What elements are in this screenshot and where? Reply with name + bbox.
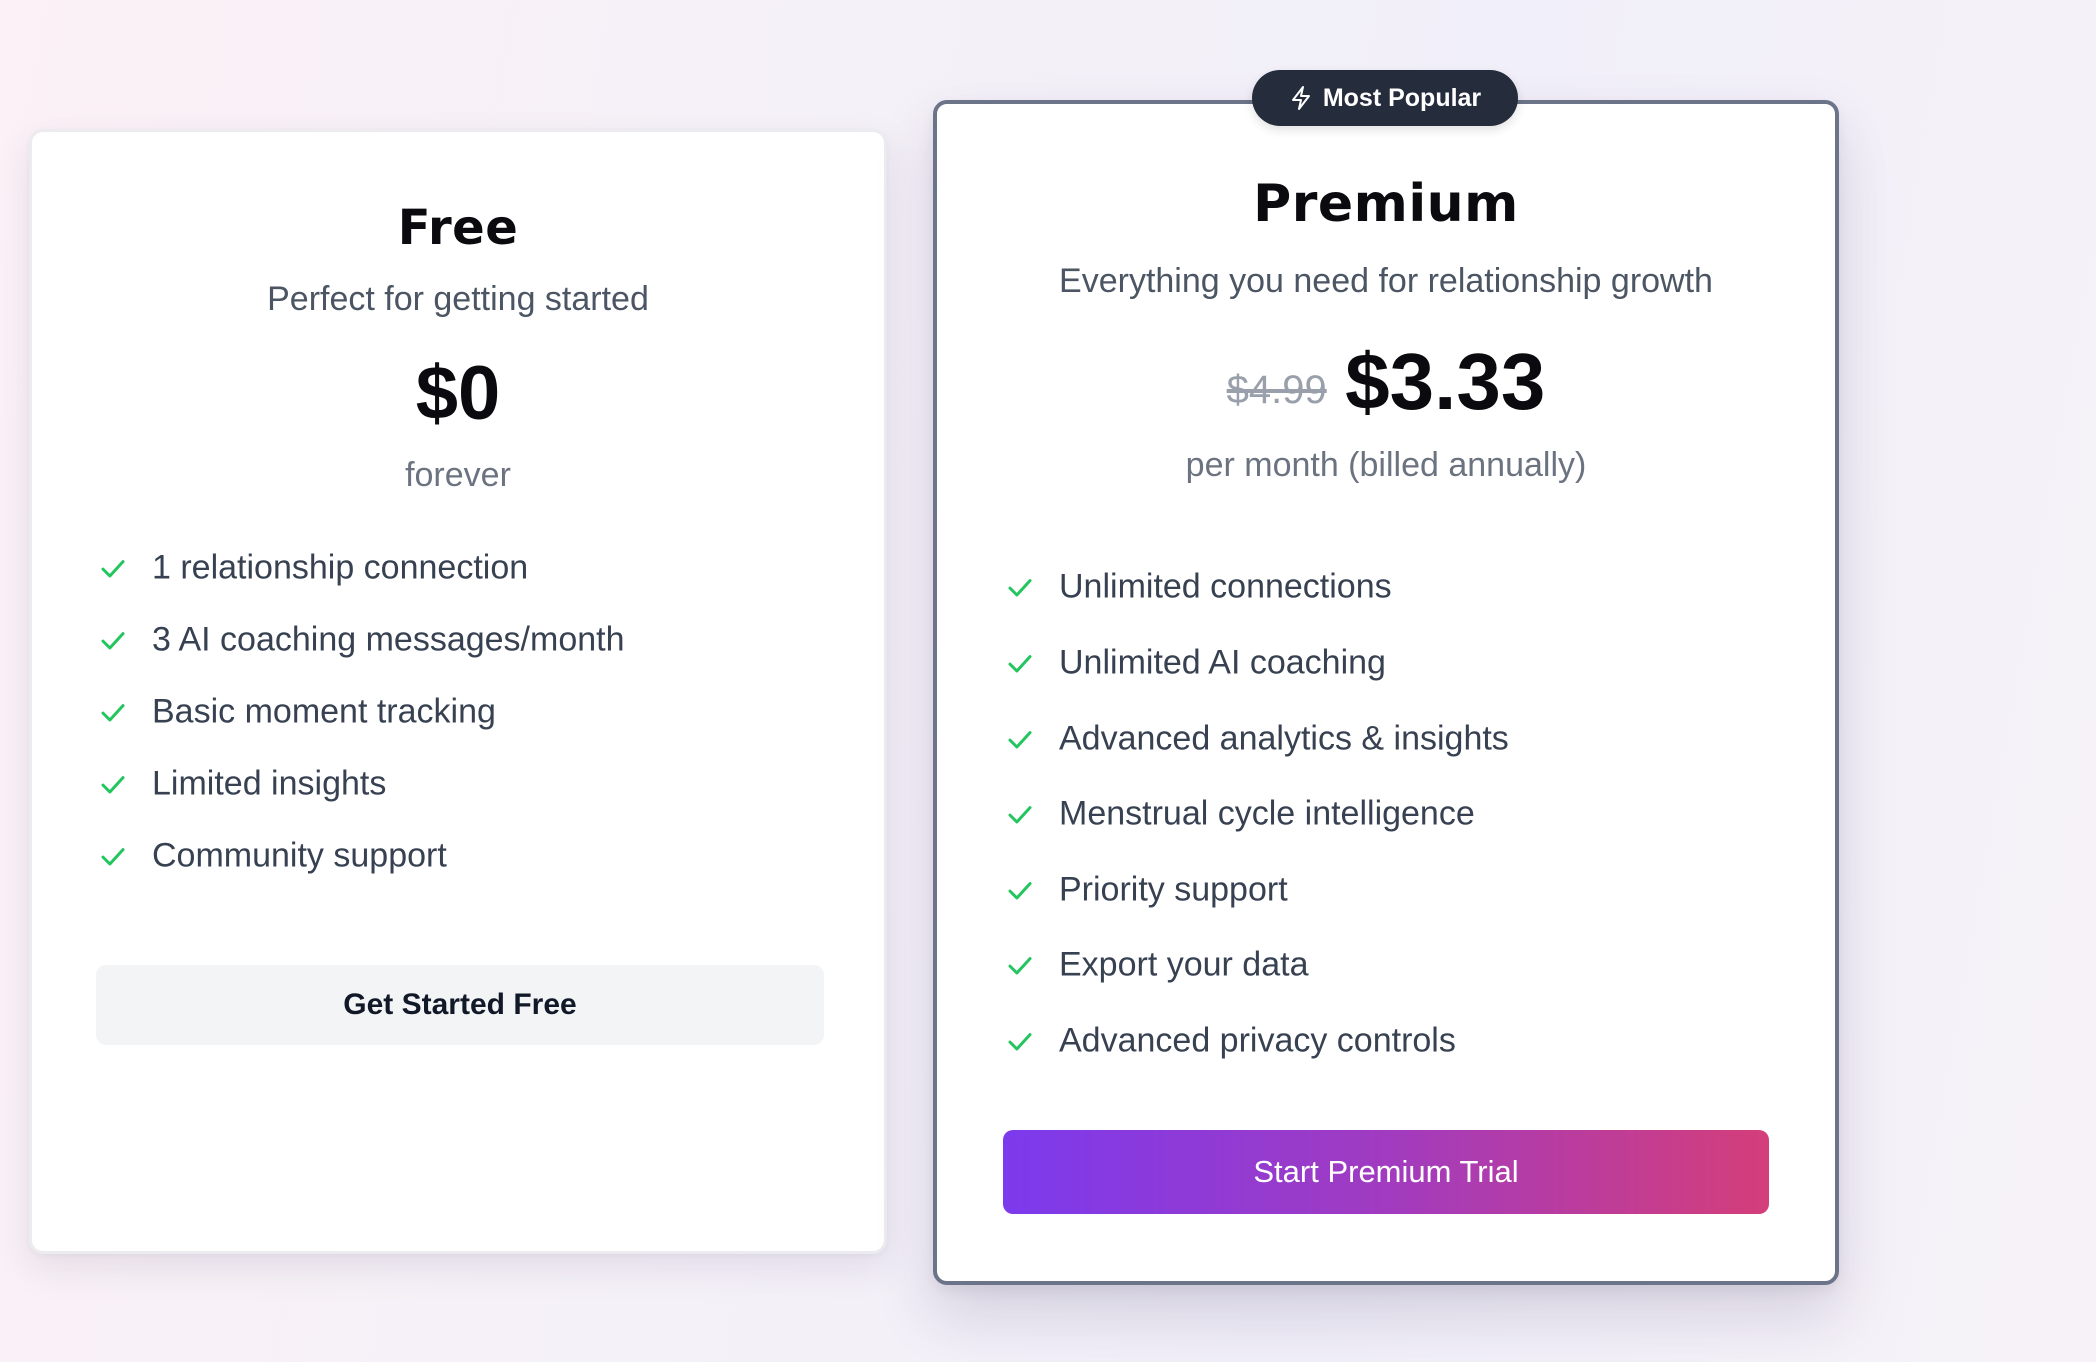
price-period: per month (billed annually) [1185, 446, 1587, 484]
price-period: forever [405, 456, 511, 494]
free-plan-card: Free Perfect for getting started $0 fore… [29, 129, 887, 1254]
feature-label: Advanced privacy controls [1059, 1021, 1456, 1060]
check-icon [1008, 881, 1032, 899]
lightning-bolt-icon [1291, 86, 1310, 110]
get-started-free-button[interactable]: Get Started Free [96, 965, 824, 1045]
feature-item: Unlimited AI coaching [1005, 644, 1386, 683]
check-icon [1008, 730, 1032, 748]
feature-label: 1 relationship connection [152, 548, 529, 587]
feature-label: Basic moment tracking [152, 692, 496, 731]
feature-label: Menstrual cycle intelligence [1059, 794, 1475, 833]
check-icon [1008, 805, 1032, 823]
badge-label: Most Popular [1322, 83, 1482, 112]
feature-item: Priority support [1005, 871, 1288, 910]
check-icon [101, 559, 125, 577]
feature-label: Export your data [1059, 945, 1309, 984]
check-icon [101, 775, 125, 793]
check-icon [1008, 1032, 1032, 1050]
feature-item: 3 AI coaching messages/month [98, 621, 625, 660]
price-row: $0 [32, 350, 884, 437]
most-popular-badge: Most Popular [1252, 70, 1518, 126]
plan-name: Premium [1253, 174, 1519, 234]
price: $3.33 [1345, 337, 1546, 426]
feature-label: Advanced analytics & insights [1059, 719, 1509, 758]
check-icon [1008, 956, 1032, 974]
feature-label: Unlimited connections [1059, 567, 1392, 606]
feature-label: 3 AI coaching messages/month [152, 620, 625, 659]
feature-item: Basic moment tracking [98, 693, 496, 732]
feature-label: Unlimited AI coaching [1059, 643, 1386, 682]
feature-item: Unlimited connections [1005, 568, 1392, 607]
price: $0 [415, 351, 501, 436]
plan-description: Perfect for getting started [267, 280, 649, 318]
feature-label: Limited insights [152, 764, 387, 803]
plan-description: Everything you need for relationship gro… [1059, 262, 1713, 300]
check-icon [101, 847, 125, 865]
feature-label: Community support [152, 836, 447, 875]
feature-item: 1 relationship connection [98, 549, 528, 588]
feature-item: Menstrual cycle intelligence [1005, 795, 1475, 834]
feature-item: Export your data [1005, 946, 1308, 985]
feature-item: Advanced privacy controls [1005, 1022, 1456, 1061]
check-icon [1008, 578, 1032, 596]
feature-item: Community support [98, 837, 447, 876]
feature-item: Advanced analytics & insights [1005, 720, 1509, 759]
feature-item: Limited insights [98, 765, 386, 804]
check-icon [101, 631, 125, 649]
premium-plan-card: Premium Everything you need for relation… [933, 100, 1839, 1285]
feature-label: Priority support [1059, 870, 1288, 909]
check-icon [101, 703, 125, 721]
start-premium-trial-button[interactable]: Start Premium Trial [1003, 1130, 1769, 1214]
check-icon [1008, 654, 1032, 672]
plan-name: Free [397, 200, 519, 256]
original-price: $4.99 [1226, 368, 1327, 412]
price-row: $4.99 $3.33 [937, 336, 1835, 428]
